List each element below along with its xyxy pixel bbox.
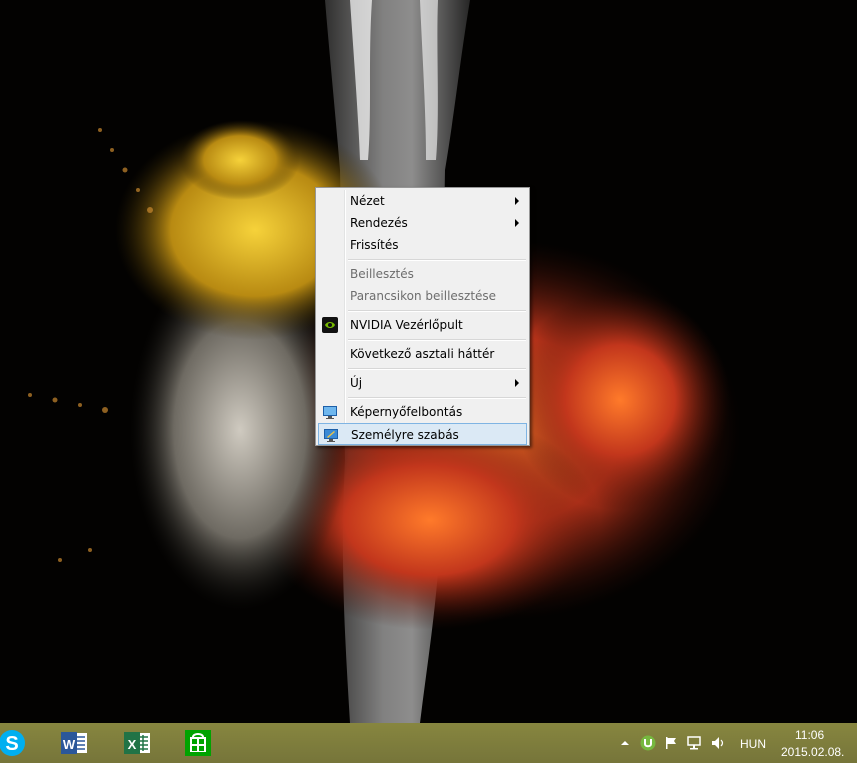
utorrent-icon[interactable] xyxy=(640,735,656,751)
menu-separator xyxy=(348,339,526,341)
volume-icon[interactable] xyxy=(710,735,726,751)
menu-item-label: Rendezés xyxy=(350,216,408,230)
taskbar: S W X HUN 11:06 2015.02.08. xyxy=(0,723,857,763)
personalize-icon xyxy=(323,427,339,443)
menu-item-label: Új xyxy=(350,376,363,390)
menu-item-label: Következő asztali háttér xyxy=(350,347,495,361)
clock-time[interactable]: 11:06 xyxy=(795,728,824,742)
menu-item-paste-shortcut[interactable]: Parancsikon beillesztése xyxy=(318,285,527,307)
svg-text:X: X xyxy=(128,737,137,752)
menu-item-screen-resolution[interactable]: Képernyőfelbontás xyxy=(318,401,527,423)
nvidia-icon xyxy=(322,317,338,333)
svg-text:S: S xyxy=(5,733,18,755)
input-language-indicator[interactable]: HUN xyxy=(740,737,766,751)
submenu-arrow-icon xyxy=(515,197,519,205)
menu-item-personalize[interactable]: Személyre szabás xyxy=(318,423,527,445)
submenu-arrow-icon xyxy=(515,379,519,387)
menu-separator xyxy=(348,397,526,399)
word-icon[interactable]: W xyxy=(58,727,90,759)
menu-item-label: Parancsikon beillesztése xyxy=(350,289,497,303)
menu-item-next-background[interactable]: Következő asztali háttér xyxy=(318,343,527,365)
menu-item-label: Személyre szabás xyxy=(351,428,459,442)
skype-icon[interactable]: S xyxy=(0,727,28,759)
store-icon[interactable] xyxy=(182,727,214,759)
display-icon xyxy=(322,404,338,420)
menu-separator xyxy=(348,259,526,261)
menu-item-sort[interactable]: Rendezés xyxy=(318,212,527,234)
excel-icon[interactable]: X xyxy=(121,727,153,759)
menu-item-nvidia-control-panel[interactable]: NVIDIA Vezérlőpult xyxy=(318,314,527,336)
menu-item-refresh[interactable]: Frissítés xyxy=(318,234,527,256)
menu-separator xyxy=(348,310,526,312)
menu-item-label: Beillesztés xyxy=(350,267,414,281)
menu-item-paste[interactable]: Beillesztés xyxy=(318,263,527,285)
svg-text:W: W xyxy=(63,737,76,752)
menu-item-view[interactable]: Nézet xyxy=(318,190,527,212)
show-hidden-icons-chevron-icon[interactable] xyxy=(617,735,633,751)
submenu-arrow-icon xyxy=(515,219,519,227)
menu-item-label: Frissítés xyxy=(350,238,399,252)
clock-date[interactable]: 2015.02.08. xyxy=(781,745,844,759)
menu-separator xyxy=(348,368,526,370)
action-center-flag-icon[interactable] xyxy=(663,735,679,751)
menu-item-label: Képernyőfelbontás xyxy=(350,405,463,419)
menu-item-new[interactable]: Új xyxy=(318,372,527,394)
network-icon[interactable] xyxy=(686,735,702,751)
menu-item-label: NVIDIA Vezérlőpult xyxy=(350,318,463,332)
menu-item-label: Nézet xyxy=(350,194,385,208)
desktop-context-menu: Nézet Rendezés Frissítés Beillesztés Par… xyxy=(315,187,530,446)
